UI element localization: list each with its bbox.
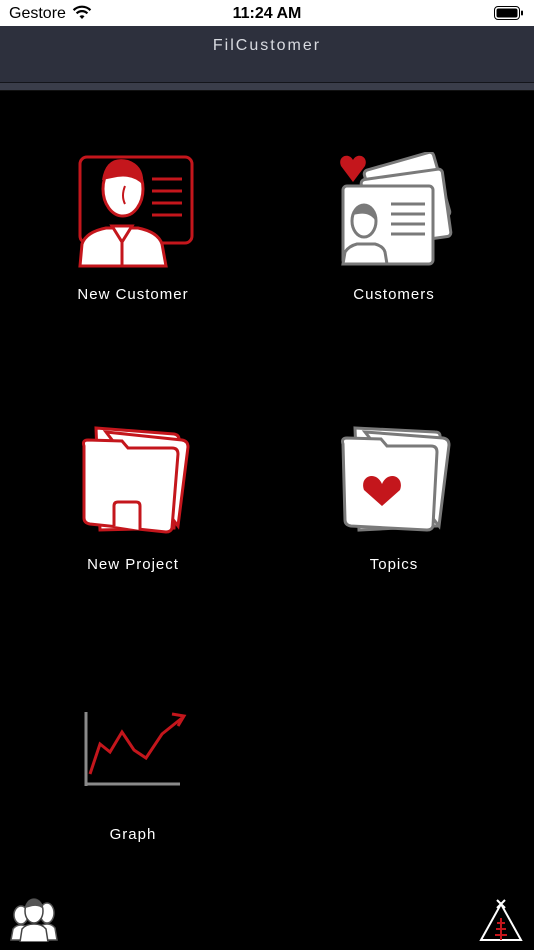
app-title: FilCustomer — [212, 37, 322, 54]
new-customer-button[interactable]: New Customer — [33, 152, 233, 332]
graph-label: Graph — [109, 826, 157, 843]
topics-button[interactable]: Topics — [294, 422, 494, 602]
line-chart-icon — [84, 712, 187, 786]
folder-icon — [82, 426, 190, 534]
customers-cards-heart-icon — [340, 152, 453, 266]
topics-label: Topics — [369, 556, 419, 573]
folder-heart-icon — [341, 426, 451, 532]
new-customer-label: New Customer — [77, 286, 189, 303]
status-bar: Gestore 11:24 AM — [0, 0, 534, 26]
customers-button[interactable]: Customers — [294, 152, 494, 332]
brand-logo-button[interactable] — [478, 898, 524, 949]
new-project-label: New Project — [87, 556, 179, 573]
customers-label: Customers — [353, 286, 435, 303]
tent-logo-icon — [479, 899, 523, 941]
new-project-button[interactable]: New Project — [33, 422, 233, 602]
nav-shadow — [0, 83, 534, 90]
team-button[interactable] — [10, 896, 58, 947]
clock: 11:24 AM — [232, 5, 302, 22]
navigation-bar: FilCustomer — [0, 26, 534, 91]
team-icon — [10, 898, 58, 943]
battery-icon — [494, 6, 524, 25]
graph-button[interactable]: Graph — [33, 692, 233, 872]
customer-card-icon — [78, 155, 194, 268]
